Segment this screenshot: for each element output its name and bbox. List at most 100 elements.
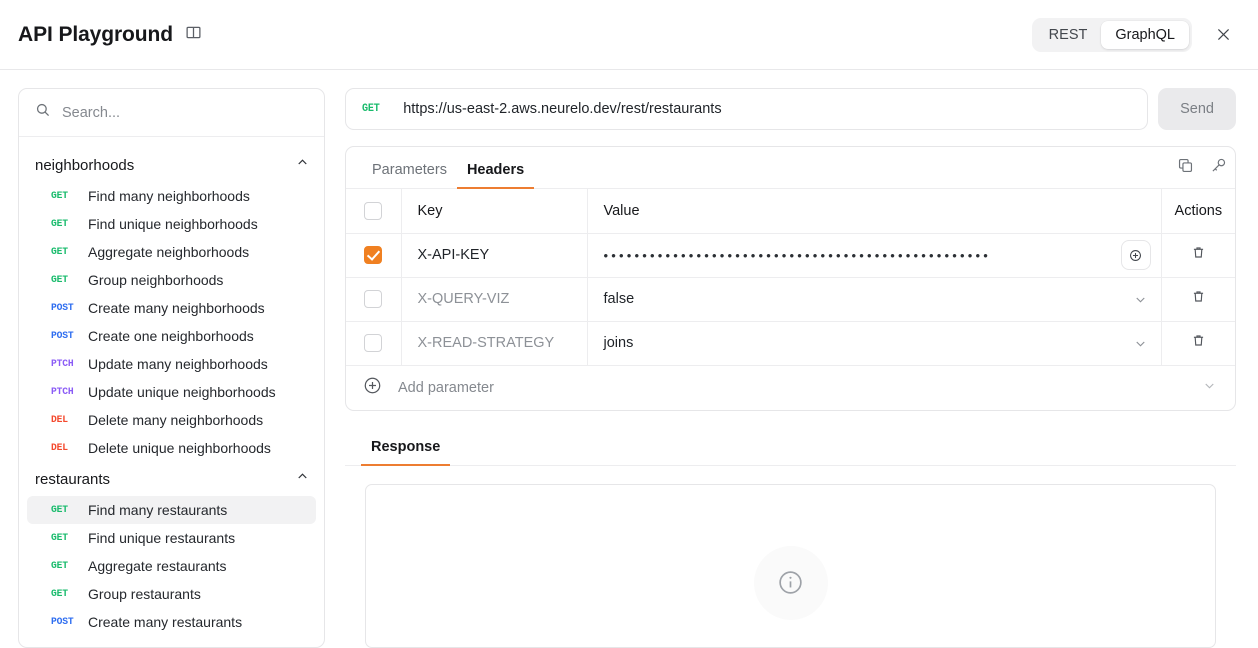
row-checkbox[interactable]	[364, 246, 382, 264]
api-mode-toggle[interactable]: REST GraphQL	[1032, 18, 1192, 52]
add-value-button[interactable]	[1121, 240, 1151, 270]
sidebar-endpoint-item[interactable]: PTCHUpdate many neighborhoods	[27, 350, 316, 378]
chevron-up-icon[interactable]	[295, 155, 310, 175]
response-tabbar: Response	[345, 430, 1236, 466]
header-value-cell: joins	[587, 321, 1161, 365]
endpoint-label: Find unique neighborhoods	[88, 216, 258, 232]
trash-icon[interactable]	[1190, 332, 1207, 354]
endpoint-method-label: GET	[51, 588, 85, 600]
sidebar-endpoint-item[interactable]: PTCHUpdate unique neighborhoods	[27, 378, 316, 406]
sidebar-endpoint-item[interactable]: DELDelete unique neighborhoods	[27, 434, 316, 462]
tab-parameters[interactable]: Parameters	[362, 162, 457, 189]
request-params-panel: Parameters Headers	[345, 146, 1236, 411]
endpoints-sidebar: neighborhoodsGETFind many neighborhoodsG…	[18, 88, 325, 648]
column-key: Key	[401, 189, 587, 233]
header-value-cell: false	[587, 277, 1161, 321]
request-tabbar: Parameters Headers	[346, 147, 1235, 189]
sidebar-endpoint-item[interactable]: POSTCreate one neighborhoods	[27, 322, 316, 350]
mode-graphql-button[interactable]: GraphQL	[1101, 21, 1189, 49]
row-select-cell	[346, 321, 401, 365]
search-row	[19, 89, 324, 137]
page-title: API Playground	[18, 23, 173, 47]
header-key-input[interactable]: X-API-KEY	[418, 247, 490, 263]
key-icon[interactable]	[1210, 157, 1227, 179]
sidebar-endpoint-item[interactable]: DELDelete many neighborhoods	[27, 406, 316, 434]
endpoint-method-label: PTCH	[51, 386, 85, 398]
sidebar-endpoint-item[interactable]: GETFind unique neighborhoods	[27, 210, 316, 238]
headers-table-body: X-API-KEY •••••••••••••••••••••••••••••••…	[346, 233, 1235, 365]
chevron-down-icon[interactable]	[1131, 292, 1151, 307]
url-row: GET https://us-east-2.aws.neurelo.dev/re…	[345, 88, 1236, 130]
tab-headers[interactable]: Headers	[457, 162, 534, 189]
select-all-cell	[346, 189, 401, 233]
endpoint-label: Aggregate neighborhoods	[88, 244, 249, 260]
endpoint-label: Create many restaurants	[88, 614, 242, 630]
mode-rest-button[interactable]: REST	[1035, 21, 1102, 49]
trash-icon[interactable]	[1190, 288, 1207, 310]
sidebar-endpoint-item[interactable]: GETFind unique restaurants	[27, 524, 316, 552]
header-actions-cell	[1161, 277, 1235, 321]
header-key-cell: X-QUERY-VIZ	[401, 277, 587, 321]
sidebar-endpoint-item[interactable]: GETFind many restaurants	[27, 496, 316, 524]
info-icon	[754, 546, 828, 620]
chevron-down-icon[interactable]	[1131, 336, 1151, 351]
sidebar-group-neighborhoods[interactable]: neighborhoods	[19, 148, 324, 182]
request-method-label: GET	[362, 103, 380, 115]
header-key-cell: X-API-KEY	[401, 233, 587, 277]
sidebar-endpoint-item[interactable]: GETAggregate restaurants	[27, 552, 316, 580]
url-bar[interactable]: GET https://us-east-2.aws.neurelo.dev/re…	[345, 88, 1148, 130]
table-row: X-API-KEY •••••••••••••••••••••••••••••••…	[346, 233, 1235, 277]
row-checkbox[interactable]	[364, 290, 382, 308]
column-value: Value	[587, 189, 1161, 233]
sidebar-endpoint-item[interactable]: POSTCreate many neighborhoods	[27, 294, 316, 322]
response-body	[345, 466, 1236, 648]
row-select-cell	[346, 277, 401, 321]
endpoint-method-label: GET	[51, 504, 85, 516]
sidebar-endpoint-item[interactable]: GETAggregate neighborhoods	[27, 238, 316, 266]
sidebar-endpoint-item[interactable]: GETGroup neighborhoods	[27, 266, 316, 294]
request-url-input[interactable]: https://us-east-2.aws.neurelo.dev/rest/r…	[403, 101, 721, 117]
close-icon[interactable]	[1210, 22, 1236, 48]
sidebar-group-label: restaurants	[35, 471, 110, 488]
select-all-checkbox[interactable]	[364, 202, 382, 220]
add-parameter-label: Add parameter	[398, 380, 494, 396]
response-empty-state	[365, 484, 1216, 648]
title-group: API Playground	[18, 23, 202, 47]
sidebar-group-restaurants[interactable]: restaurants	[19, 462, 324, 496]
header-actions: REST GraphQL	[1032, 18, 1236, 52]
endpoint-method-label: POST	[51, 616, 85, 628]
chevron-up-icon[interactable]	[295, 469, 310, 489]
trash-icon[interactable]	[1190, 244, 1207, 266]
column-actions: Actions	[1161, 189, 1235, 233]
header-key-input[interactable]: X-QUERY-VIZ	[418, 291, 510, 307]
chevron-down-icon[interactable]	[1202, 378, 1217, 398]
endpoint-label: Group neighborhoods	[88, 272, 223, 288]
endpoint-label: Delete unique neighborhoods	[88, 440, 271, 456]
endpoint-label: Aggregate restaurants	[88, 558, 227, 574]
book-icon[interactable]	[185, 24, 202, 46]
search-icon	[35, 102, 51, 123]
header-key-input[interactable]: X-READ-STRATEGY	[418, 335, 555, 351]
search-input[interactable]	[62, 105, 308, 121]
endpoint-method-label: GET	[51, 560, 85, 572]
header-actions-cell	[1161, 233, 1235, 277]
endpoint-label: Find unique restaurants	[88, 530, 235, 546]
header-value-input[interactable]: false	[604, 291, 1123, 307]
add-parameter-row[interactable]: Add parameter	[346, 366, 1235, 410]
app-header: API Playground REST GraphQL	[0, 0, 1258, 70]
sidebar-endpoint-item[interactable]: GETFind many neighborhoods	[27, 182, 316, 210]
table-row: X-READ-STRATEGY joins	[346, 321, 1235, 365]
sidebar-endpoint-item[interactable]: GETGroup restaurants	[27, 580, 316, 608]
endpoint-method-label: POST	[51, 302, 85, 314]
header-value-masked[interactable]: ••••••••••••••••••••••••••••••••••••••••…	[604, 249, 1113, 262]
table-row: X-QUERY-VIZ false	[346, 277, 1235, 321]
send-button[interactable]: Send	[1158, 88, 1236, 130]
row-checkbox[interactable]	[364, 334, 382, 352]
request-main: GET https://us-east-2.aws.neurelo.dev/re…	[325, 88, 1236, 648]
header-key-cell: X-READ-STRATEGY	[401, 321, 587, 365]
tab-response[interactable]: Response	[361, 439, 450, 466]
sidebar-endpoint-item[interactable]: POSTCreate many restaurants	[27, 608, 316, 636]
header-value-input[interactable]: joins	[604, 335, 1123, 351]
response-panel: Response	[345, 430, 1236, 648]
copy-icon[interactable]	[1177, 157, 1194, 179]
